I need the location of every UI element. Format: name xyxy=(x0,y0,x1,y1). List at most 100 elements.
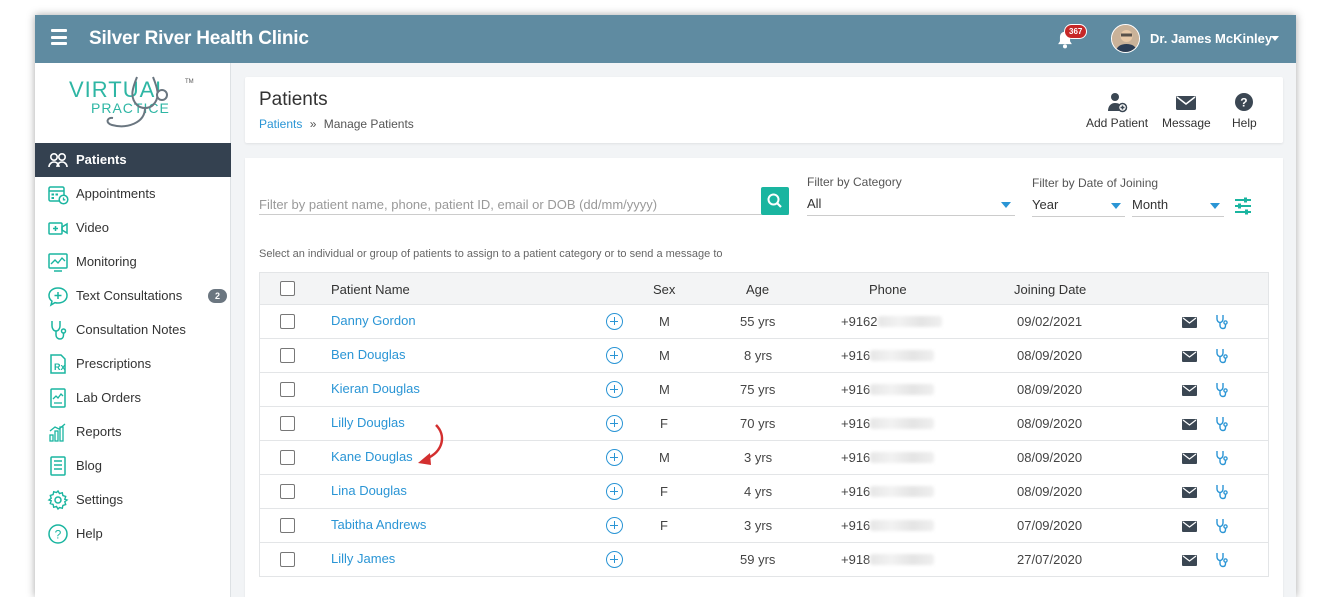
row-checkbox[interactable] xyxy=(280,450,295,465)
table-row: Ben Douglas M 8 yrs +916 08/09/2020 xyxy=(259,339,1269,373)
sidebar-item-label: Blog xyxy=(76,458,103,473)
breadcrumb: Patients » Manage Patients xyxy=(259,117,414,131)
table-row: Lilly Douglas F 70 yrs +916 08/09/2020 xyxy=(259,407,1269,441)
patient-phone: +916 xyxy=(841,416,935,431)
select-all-checkbox[interactable] xyxy=(280,281,295,296)
patient-name-link[interactable]: Lilly James xyxy=(331,551,395,566)
patient-phone: +9162 xyxy=(841,314,942,329)
envelope-icon[interactable] xyxy=(1182,453,1197,464)
row-checkbox[interactable] xyxy=(280,416,295,431)
message-button[interactable]: Message xyxy=(1162,91,1211,130)
sidebar-item-video[interactable]: Video xyxy=(35,211,231,245)
chevron-down-icon xyxy=(1210,203,1220,209)
sidebar-item-blog[interactable]: Blog xyxy=(35,449,231,483)
add-circle-icon[interactable] xyxy=(606,517,623,534)
patient-name-link[interactable]: Danny Gordon xyxy=(331,313,416,328)
stethoscope-icon[interactable] xyxy=(1215,518,1229,534)
patient-phone: +916 xyxy=(841,382,935,397)
breadcrumb-patients-link[interactable]: Patients xyxy=(259,117,302,131)
joining-date: 08/09/2020 xyxy=(1017,484,1083,499)
sidebar-item-appointments[interactable]: Appointments xyxy=(35,177,231,211)
app-title: Silver River Health Clinic xyxy=(89,28,309,49)
date-filter-label: Filter by Date of Joining xyxy=(1032,176,1159,190)
patient-name-link[interactable]: Kane Douglas xyxy=(331,449,413,464)
patient-age: 55 yrs xyxy=(740,314,776,329)
patient-name-link[interactable]: Tabitha Andrews xyxy=(331,517,426,532)
add-circle-icon[interactable] xyxy=(606,449,623,466)
stethoscope-icon[interactable] xyxy=(1215,484,1229,500)
patient-name-link[interactable]: Lina Douglas xyxy=(331,483,407,498)
calendar-icon xyxy=(48,186,69,205)
envelope-icon[interactable] xyxy=(1182,487,1197,498)
chevron-down-icon xyxy=(1111,203,1121,209)
patient-name-link[interactable]: Lilly Douglas xyxy=(331,415,405,430)
sidebar-item-lab-orders[interactable]: Lab Orders xyxy=(35,381,231,415)
envelope-icon[interactable] xyxy=(1182,351,1197,362)
svg-text:Rx: Rx xyxy=(54,362,66,372)
envelope-icon[interactable] xyxy=(1182,385,1197,396)
add-circle-icon[interactable] xyxy=(606,415,623,432)
row-checkbox[interactable] xyxy=(280,314,295,329)
sidebar-item-help[interactable]: ? Help xyxy=(35,517,231,551)
table-row: Kane Douglas M 3 yrs +916 08/09/2020 xyxy=(259,441,1269,475)
user-name[interactable]: Dr. James McKinley xyxy=(1150,31,1272,46)
category-select[interactable]: All xyxy=(807,192,1015,216)
envelope-icon[interactable] xyxy=(1182,555,1197,566)
add-circle-icon[interactable] xyxy=(606,347,623,364)
joining-date: 08/09/2020 xyxy=(1017,450,1083,465)
sidebar-item-monitoring[interactable]: Monitoring xyxy=(35,245,231,279)
sidebar-item-text-consultations[interactable]: Text Consultations 2 xyxy=(35,279,231,313)
table-row: Danny Gordon M 55 yrs +9162 09/02/2021 xyxy=(259,305,1269,339)
search-input[interactable] xyxy=(259,189,759,213)
avatar[interactable] xyxy=(1111,24,1140,53)
envelope-icon[interactable] xyxy=(1182,521,1197,532)
menu-icon[interactable] xyxy=(51,29,67,49)
row-checkbox[interactable] xyxy=(280,484,295,499)
row-checkbox[interactable] xyxy=(280,382,295,397)
add-circle-icon[interactable] xyxy=(606,313,623,330)
patient-name-link[interactable]: Kieran Douglas xyxy=(331,381,420,396)
row-checkbox[interactable] xyxy=(280,348,295,363)
blog-icon xyxy=(50,456,66,476)
envelope-icon[interactable] xyxy=(1182,419,1197,430)
lab-report-icon xyxy=(50,388,66,408)
row-checkbox[interactable] xyxy=(280,552,295,567)
add-circle-icon[interactable] xyxy=(606,551,623,568)
stethoscope-icon[interactable] xyxy=(1215,382,1229,398)
envelope-icon[interactable] xyxy=(1182,317,1197,328)
sidebar-item-prescriptions[interactable]: Rx Prescriptions xyxy=(35,347,231,381)
question-circle-icon: ? xyxy=(1235,93,1254,111)
rx-icon: Rx xyxy=(50,354,66,374)
help-button[interactable]: ? Help xyxy=(1232,91,1257,130)
add-circle-icon[interactable] xyxy=(606,381,623,398)
patient-age: 70 yrs xyxy=(740,416,776,431)
patient-sex: F xyxy=(660,518,668,533)
app-window: Silver River Health Clinic 367 Dr. James… xyxy=(35,15,1296,597)
patient-phone: +916 xyxy=(841,348,935,363)
stethoscope-icon[interactable] xyxy=(1215,450,1229,466)
stethoscope-icon[interactable] xyxy=(1215,348,1229,364)
add-patient-button[interactable]: Add Patient xyxy=(1086,91,1148,130)
chevron-down-icon[interactable] xyxy=(1271,36,1279,41)
sidebar-item-settings[interactable]: Settings xyxy=(35,483,231,517)
add-circle-icon[interactable] xyxy=(606,483,623,500)
patient-name-link[interactable]: Ben Douglas xyxy=(331,347,405,362)
row-checkbox[interactable] xyxy=(280,518,295,533)
page-header: Patients Patients » Manage Patients Add … xyxy=(245,77,1283,143)
stethoscope-icon[interactable] xyxy=(1215,552,1229,568)
search-button[interactable] xyxy=(761,187,789,215)
filter-settings-icon[interactable] xyxy=(1233,196,1253,216)
text-consultations-count: 2 xyxy=(208,289,228,303)
stethoscope-icon[interactable] xyxy=(1215,314,1229,330)
patient-sex: M xyxy=(659,450,670,465)
bar-chart-icon xyxy=(49,423,66,442)
sidebar-item-consultation-notes[interactable]: Consultation Notes xyxy=(35,313,231,347)
annotation-arrow-icon xyxy=(418,424,444,465)
sidebar-item-patients[interactable]: Patients xyxy=(35,143,231,177)
add-user-icon xyxy=(1108,93,1128,113)
month-select[interactable]: Month xyxy=(1132,193,1224,217)
patient-phone: +916 xyxy=(841,484,935,499)
sidebar-item-reports[interactable]: Reports xyxy=(35,415,231,449)
stethoscope-icon[interactable] xyxy=(1215,416,1229,432)
year-select[interactable]: Year xyxy=(1032,193,1125,217)
